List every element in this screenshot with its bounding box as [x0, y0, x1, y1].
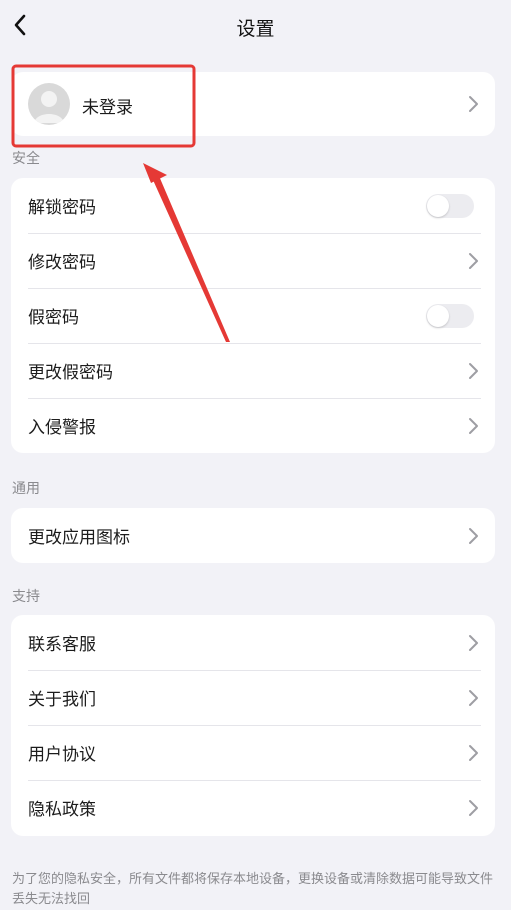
- chevron-right-icon: [469, 634, 478, 651]
- chevron-right-icon: [469, 527, 478, 544]
- change-password-row[interactable]: 修改密码: [11, 233, 495, 288]
- row-label: 入侵警报: [28, 418, 96, 438]
- change-app-icon-row[interactable]: 更改应用图标: [11, 508, 495, 563]
- fake-password-row[interactable]: 假密码: [11, 288, 495, 343]
- contact-support-row[interactable]: 联系客服: [11, 615, 495, 670]
- section-header-security: 安全: [12, 151, 40, 167]
- intrusion-alert-row[interactable]: 入侵警报: [11, 398, 495, 453]
- chevron-right-icon: [469, 799, 478, 816]
- privacy-policy-row[interactable]: 隐私政策: [11, 780, 495, 835]
- row-label: 假密码: [28, 308, 79, 328]
- toggle-knob: [427, 304, 449, 327]
- chevron-right-icon: [469, 96, 478, 112]
- fake-password-toggle[interactable]: [426, 303, 474, 328]
- user-agreement-row[interactable]: 用户协议: [11, 725, 495, 780]
- account-card[interactable]: 未登录: [11, 72, 495, 136]
- user-avatar-icon: [28, 83, 70, 125]
- section-header-general: 通用: [12, 481, 40, 497]
- general-card: 更改应用图标: [11, 508, 495, 563]
- row-label: 解锁密码: [28, 198, 96, 218]
- row-label: 更改假密码: [28, 363, 113, 383]
- section-header-support: 支持: [12, 589, 40, 605]
- row-label: 用户协议: [28, 745, 96, 765]
- change-fake-password-row[interactable]: 更改假密码: [11, 343, 495, 398]
- support-card: 联系客服 关于我们 用户协议 隐私政策: [11, 615, 495, 836]
- chevron-right-icon: [469, 689, 478, 706]
- unlock-password-toggle[interactable]: [426, 193, 474, 218]
- chevron-right-icon: [469, 362, 478, 379]
- row-label: 联系客服: [28, 635, 96, 655]
- toggle-knob: [427, 194, 449, 217]
- login-status-label: 未登录: [82, 98, 133, 118]
- chevron-right-icon: [469, 744, 478, 761]
- chevron-right-icon: [469, 252, 478, 269]
- about-us-row[interactable]: 关于我们: [11, 670, 495, 725]
- privacy-footer-note: 为了您的隐私安全，所有文件都将保存本地设备，更换设备或清除数据可能导致文件丢失无…: [12, 872, 494, 907]
- row-label: 修改密码: [28, 253, 96, 273]
- security-card: 解锁密码 修改密码 假密码 更改假密码 入侵警报: [11, 178, 495, 453]
- unlock-password-row[interactable]: 解锁密码: [11, 178, 495, 233]
- row-label: 更改应用图标: [28, 528, 130, 548]
- row-label: 关于我们: [28, 690, 96, 710]
- page-title: 设置: [236, 18, 275, 40]
- row-label: 隐私政策: [28, 800, 96, 820]
- chevron-right-icon: [469, 417, 478, 434]
- navigation-bar: 设置: [0, 0, 511, 52]
